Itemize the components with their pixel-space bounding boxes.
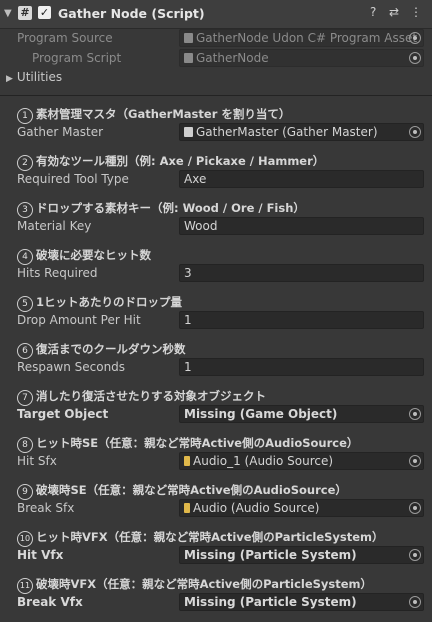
- gather-master-field[interactable]: GatherMaster (Gather Master): [179, 123, 424, 141]
- break-sfx-label: Break Sfx: [17, 501, 75, 515]
- gather-master-label: Gather Master: [17, 125, 104, 139]
- break-sfx-row: Break Sfx Audio (Audio Source): [0, 498, 432, 518]
- target-object-field[interactable]: Missing (Game Object): [179, 405, 424, 423]
- heading-text: 有効なツール種別（例: Axe / Pickaxe / Hammer）: [36, 154, 325, 168]
- divider: [0, 95, 432, 96]
- utilities-label: Utilities: [16, 70, 63, 84]
- program-script-row: Program Script GatherNode: [0, 48, 432, 68]
- break-vfx-field[interactable]: Missing (Particle System): [179, 593, 424, 611]
- respawn-seconds-input[interactable]: 1: [179, 358, 424, 376]
- hits-required-input[interactable]: 3: [179, 264, 424, 282]
- hit-sfx-value: Audio_1 (Audio Source): [193, 454, 334, 468]
- respawn-seconds-label: Respawn Seconds: [17, 360, 126, 374]
- object-picker-icon[interactable]: [409, 32, 421, 44]
- script-icon: #: [18, 6, 32, 20]
- heading-text: 破壊に必要なヒット数: [36, 248, 151, 262]
- gather-master-value: GatherMaster (Gather Master): [196, 125, 378, 139]
- target-object-label: Target Object: [17, 407, 109, 421]
- break-vfx-row: Break Vfx Missing (Particle System): [0, 592, 432, 612]
- script-component-icon: [184, 127, 193, 137]
- expand-arrow-icon[interactable]: ▶: [6, 74, 13, 84]
- hit-sfx-row: Hit Sfx Audio_1 (Audio Source): [0, 451, 432, 471]
- heading-text: ドロップする素材キー（例: Wood / Ore / Fish）: [36, 201, 305, 215]
- heading-text: 素材管理マスタ（GatherMaster を割り当て）: [36, 107, 291, 121]
- hit-sfx-label: Hit Sfx: [17, 454, 57, 468]
- heading-text: 消したり復活させたりする対象オブジェクト: [36, 389, 266, 403]
- help-icon[interactable]: ?: [370, 5, 376, 19]
- required-tool-type-label: Required Tool Type: [17, 172, 129, 186]
- program-script-field[interactable]: GatherNode: [179, 49, 424, 67]
- program-source-field[interactable]: GatherNode Udon C# Program Asset: [179, 29, 424, 47]
- object-picker-icon[interactable]: [409, 52, 421, 64]
- foldout-arrow-icon[interactable]: ▼: [4, 8, 12, 19]
- target-object-value: Missing (Game Object): [184, 407, 338, 421]
- component-header[interactable]: ▼ # ✓ Gather Node (Script) ? ⇄ ⋮: [0, 0, 432, 29]
- break-vfx-value: Missing (Particle System): [184, 595, 357, 609]
- hit-vfx-label: Hit Vfx: [17, 548, 64, 562]
- material-key-input[interactable]: Wood: [179, 217, 424, 235]
- drop-amount-row: Drop Amount Per Hit 1: [0, 310, 432, 330]
- object-picker-icon[interactable]: [409, 549, 421, 561]
- object-picker-icon[interactable]: [409, 502, 421, 514]
- hit-vfx-value: Missing (Particle System): [184, 548, 357, 562]
- required-tool-type-input[interactable]: Axe: [179, 170, 424, 188]
- program-source-label: Program Source: [17, 31, 113, 45]
- required-tool-type-row: Required Tool Type Axe: [0, 169, 432, 189]
- break-vfx-label: Break Vfx: [17, 595, 83, 609]
- heading-text: ヒット時VFX（任意：親など常時Active側のParticleSystem）: [36, 530, 384, 544]
- component-title: Gather Node (Script): [58, 6, 205, 21]
- context-menu-icon[interactable]: ⋮: [410, 5, 422, 19]
- material-key-label: Material Key: [17, 219, 92, 233]
- utilities-foldout[interactable]: ▶ Utilities: [6, 70, 62, 84]
- heading-text: 破壊時VFX（任意：親など常時Active側のParticleSystem）: [36, 577, 373, 591]
- object-picker-icon[interactable]: [409, 408, 421, 420]
- object-picker-icon[interactable]: [409, 596, 421, 608]
- audio-source-icon: [184, 503, 190, 513]
- heading-text: 1ヒットあたりのドロップ量: [36, 295, 183, 309]
- break-sfx-field[interactable]: Audio (Audio Source): [179, 499, 424, 517]
- object-picker-icon[interactable]: [409, 455, 421, 467]
- respawn-seconds-row: Respawn Seconds 1: [0, 357, 432, 377]
- preset-icon[interactable]: ⇄: [389, 5, 399, 19]
- heading-text: 復活までのクールダウン秒数: [36, 342, 186, 356]
- break-sfx-value: Audio (Audio Source): [193, 501, 320, 515]
- hit-sfx-field[interactable]: Audio_1 (Audio Source): [179, 452, 424, 470]
- script-file-icon: [184, 53, 193, 63]
- program-script-value: GatherNode: [196, 51, 269, 65]
- gather-master-row: Gather Master GatherMaster (Gather Maste…: [0, 122, 432, 142]
- drop-amount-input[interactable]: 1: [179, 311, 424, 329]
- target-object-row: Target Object Missing (Game Object): [0, 404, 432, 424]
- hit-vfx-row: Hit Vfx Missing (Particle System): [0, 545, 432, 565]
- object-picker-icon[interactable]: [409, 126, 421, 138]
- program-source-row: Program Source GatherNode Udon C# Progra…: [0, 28, 432, 48]
- hits-required-label: Hits Required: [17, 266, 98, 280]
- asset-icon: [184, 33, 193, 43]
- enabled-checkbox[interactable]: ✓: [38, 6, 51, 19]
- heading-text: 破壊時SE（任意：親など常時Active側のAudioSource）: [36, 483, 347, 497]
- program-script-label: Program Script: [32, 51, 122, 65]
- material-key-row: Material Key Wood: [0, 216, 432, 236]
- hit-vfx-field[interactable]: Missing (Particle System): [179, 546, 424, 564]
- program-source-value: GatherNode Udon C# Program Asset: [196, 31, 418, 45]
- heading-text: ヒット時SE（任意：親など常時Active側のAudioSource）: [36, 436, 359, 450]
- hits-required-row: Hits Required 3: [0, 263, 432, 283]
- drop-amount-label: Drop Amount Per Hit: [17, 313, 141, 327]
- audio-source-icon: [184, 456, 190, 466]
